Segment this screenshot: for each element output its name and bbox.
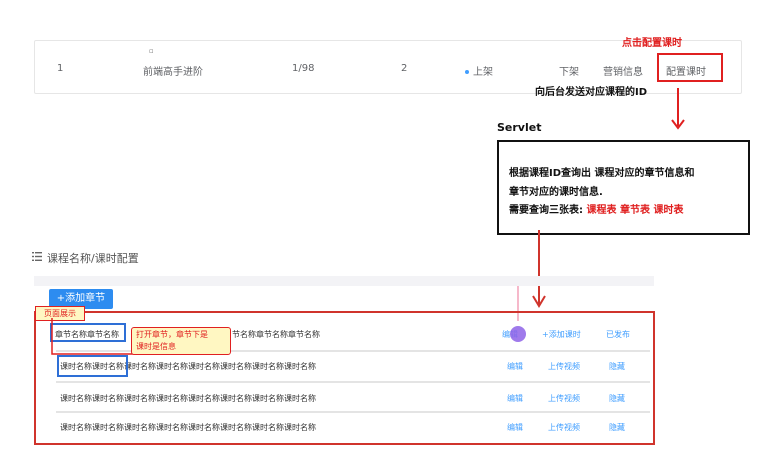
upload-video-link[interactable]: 上传视频 <box>548 393 580 404</box>
upload-video-link[interactable]: 上传视频 <box>548 422 580 433</box>
publish-status-link[interactable]: 已发布 <box>606 329 630 340</box>
hour-name: 课时名称课时名称课时名称课时名称课时名称课时名称课时名称课时名称 <box>60 423 316 432</box>
servlet-tables-text: 课程表 章节表 课时表 <box>586 205 684 216</box>
course-progress: 1/98 <box>292 63 315 74</box>
upload-video-link[interactable]: 上传视频 <box>548 361 580 372</box>
row-divider <box>56 381 650 383</box>
menu-list-icon[interactable] <box>32 252 42 261</box>
page-title: 课程名称/课时配置 <box>47 252 139 265</box>
servlet-text-line1: 根据课程ID查询出 课程对应的章节信息和 <box>509 168 695 179</box>
servlet-text-line3: 需要查询三张表: 课程表 章节表 课时表 <box>509 201 683 216</box>
hide-link[interactable]: 隐藏 <box>609 422 625 433</box>
servlet-text-prefix: 需要查询三张表: <box>509 205 587 216</box>
course-count: 2 <box>401 63 408 74</box>
row-divider <box>56 411 650 413</box>
hide-link[interactable]: 隐藏 <box>609 361 625 372</box>
hour-row: 课时名称课时名称课时名称课时名称课时名称课时名称课时名称课时名称 编辑 上传视频… <box>56 385 650 411</box>
hour-edit-link[interactable]: 编辑 <box>507 422 523 433</box>
hide-link[interactable]: 隐藏 <box>609 393 625 404</box>
header-band <box>34 276 654 286</box>
chapter-name-right: 节名称章节名称章节名称 <box>232 330 320 339</box>
off-shelf-link[interactable]: 下架 <box>559 63 579 78</box>
chapter-callout: 打开章节，章节下是 课时是信息 <box>131 327 231 355</box>
add-hour-link[interactable]: +添加课时 <box>542 329 581 340</box>
cursor-dot-icon <box>510 326 526 342</box>
hour-row: 课时名称课时名称课时名称课时名称课时名称课时名称课时名称课时名称 编辑 上传视频… <box>56 414 650 440</box>
servlet-explanation-box: 根据课程ID查询出 课程对应的章节信息和 章节对应的课时信息. 需要查询三张表:… <box>497 140 750 235</box>
course-status: 上架 <box>465 63 493 78</box>
course-status-label: 上架 <box>473 67 493 78</box>
marketing-info-link[interactable]: 营销信息 <box>603 63 643 78</box>
click-config-annotation: 点击配置课时 <box>622 38 682 49</box>
course-index: 1 <box>57 63 64 74</box>
hour-name: 课时名称课时名称课时名称课时名称课时名称课时名称课时名称课时名称 <box>60 394 316 403</box>
send-id-annotation: 向后台发送对应课程的ID <box>535 87 648 98</box>
status-dot-icon <box>465 70 469 74</box>
servlet-label: Servlet <box>497 121 542 134</box>
callout-connector <box>51 318 135 355</box>
course-name: 前端高手进阶 <box>143 67 203 78</box>
config-hours-highlight <box>657 53 723 82</box>
arrow-down-icon <box>671 88 685 130</box>
callout-line2: 课时是信息 <box>136 342 176 351</box>
hour-row: 课时名称课时名称课时名称课时名称课时名称课时名称课时名称课时名称 编辑 上传视频… <box>56 353 650 379</box>
hour-edit-link[interactable]: 编辑 <box>507 361 523 372</box>
servlet-text-line2: 章节对应的课时信息. <box>509 187 603 198</box>
hour-edit-link[interactable]: 编辑 <box>507 393 523 404</box>
small-square-mark: ▫ <box>149 47 154 55</box>
callout-line1: 打开章节，章节下是 <box>136 330 208 339</box>
